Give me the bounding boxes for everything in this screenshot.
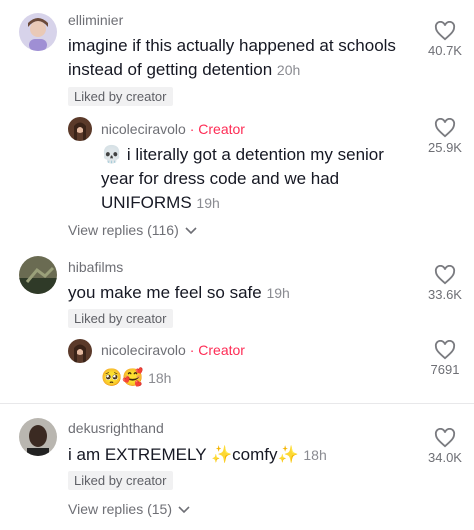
- comment-time: 19h: [266, 285, 290, 301]
- reply-time: 19h: [196, 195, 220, 211]
- chevron-down-icon: [178, 506, 190, 514]
- like-count: 34.0K: [428, 450, 462, 465]
- reply-time: 18h: [148, 370, 172, 386]
- creator-label: Creator: [198, 342, 245, 358]
- comment-time: 20h: [276, 62, 301, 78]
- pleading-emoji: 🥺🥰: [101, 368, 144, 387]
- creator-separator: ·: [189, 121, 195, 137]
- comment-text: imagine if this actually happened at sch…: [68, 36, 396, 79]
- chevron-down-icon: [185, 227, 197, 235]
- creator-label: Creator: [198, 121, 245, 137]
- skull-emoji: 💀: [101, 145, 123, 164]
- avatar[interactable]: [19, 13, 57, 51]
- liked-by-creator-badge: Liked by creator: [68, 471, 173, 490]
- view-replies-button[interactable]: View replies (116): [68, 222, 197, 238]
- comment-text: you make me feel so safe 19h: [68, 283, 290, 302]
- avatar[interactable]: [68, 339, 92, 363]
- sparkles-emoji: ✨: [277, 445, 299, 464]
- reply-username-line: nicoleciravolo · Creator: [101, 342, 245, 358]
- avatar[interactable]: [68, 117, 92, 141]
- comment-text: i am EXTREMELY ✨comfy✨ 18h: [68, 445, 327, 464]
- liked-by-creator-badge: Liked by creator: [68, 309, 173, 328]
- like-count: 25.9K: [428, 140, 462, 155]
- reply-text: 🥺🥰 18h: [101, 366, 401, 390]
- comment-username[interactable]: dekusrighthand: [68, 420, 164, 436]
- reply-username-line: nicoleciravolo · Creator: [101, 121, 245, 137]
- like-count: 40.7K: [428, 43, 462, 58]
- creator-separator: ·: [189, 342, 195, 358]
- comment-username[interactable]: elliminier: [68, 12, 123, 28]
- like-count: 7691: [430, 362, 460, 377]
- comment-time: 18h: [303, 447, 327, 463]
- reply-username[interactable]: nicoleciravolo: [101, 342, 186, 358]
- like-count: 33.6K: [428, 287, 462, 302]
- avatar[interactable]: [19, 256, 57, 294]
- avatar[interactable]: [19, 418, 57, 456]
- liked-by-creator-badge: Liked by creator: [68, 87, 173, 106]
- sparkles-emoji: ✨: [210, 445, 233, 464]
- reply-username[interactable]: nicoleciravolo: [101, 121, 186, 137]
- reply-text: 💀 i literally got a detention my senior …: [101, 145, 384, 212]
- view-replies-button[interactable]: View replies (15): [68, 501, 190, 517]
- comment-username[interactable]: hibafilms: [68, 259, 123, 275]
- divider: [0, 403, 474, 404]
